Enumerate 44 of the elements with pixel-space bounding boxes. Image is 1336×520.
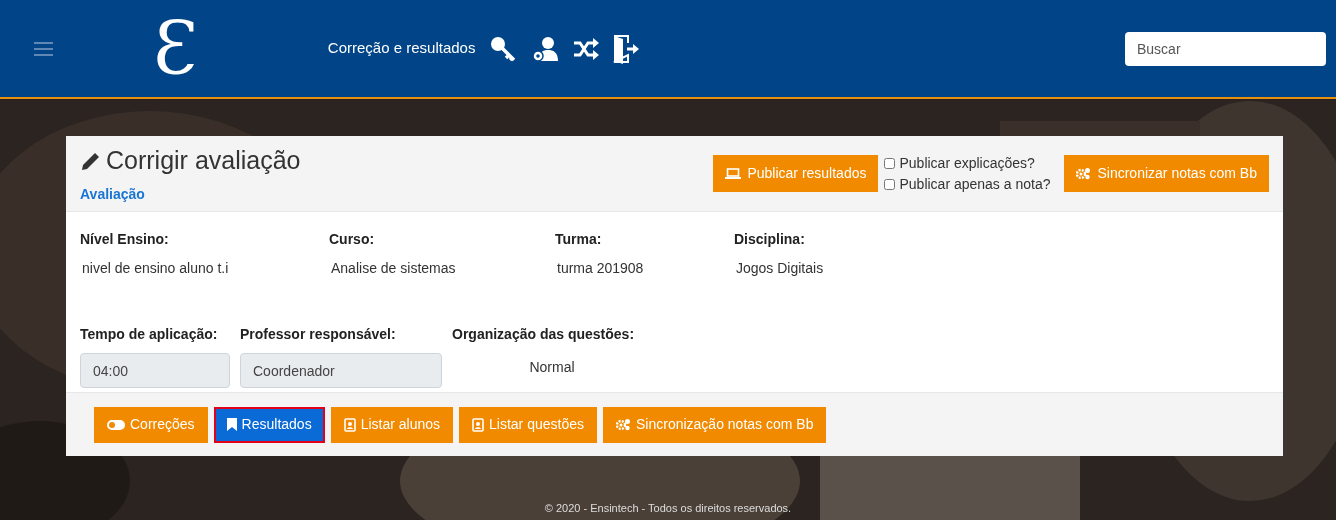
exit-door-icon[interactable] [613,33,640,64]
publish-button[interactable]: Publicar resultados [713,155,879,192]
field-value: Analise de sistemas [330,259,457,278]
menu-icon[interactable] [34,41,53,56]
field-value: Normal [528,358,576,377]
field-value: Jogos Digitais [735,259,825,278]
contact-book-icon [472,417,485,432]
action-button[interactable]: Listar alunos [330,406,454,443]
field-label: Professor responsável: [240,325,397,344]
gears-icon [1076,167,1092,180]
field-value: turma 201908 [556,259,645,278]
copyright-text: © 2020 - Ensintech - Todos os direitos reservados. [543,501,793,516]
checkbox-label: Publicar explicações? [899,153,1035,173]
field-value: nivel de ensino aluno t.i [81,259,230,278]
checkbox[interactable] [884,157,896,169]
checkbox[interactable] [884,178,896,190]
card-title: Corrigir avaliação [106,145,301,177]
field-label: Organização das questões: [452,325,636,344]
breadcrumb-link[interactable]: Avaliação [80,183,301,205]
bookmark-icon [226,418,237,431]
field-label: Turma: [555,230,603,249]
field-label: Tempo de aplicação: [80,325,219,344]
field-label: Disciplina: [734,230,806,249]
contact-book-icon [343,417,356,432]
toggle-icon [107,419,125,430]
pencil-icon [80,150,102,172]
gears-icon [616,418,631,431]
shuffle-icon[interactable] [573,37,600,60]
input-field[interactable]: Coordenador [240,353,442,388]
checkbox-label: Publicar apenas a nota? [899,174,1051,194]
key-icon[interactable] [489,34,518,63]
user-gear-icon[interactable] [531,34,560,63]
action-button[interactable]: Correções [94,406,208,443]
sync-button[interactable]: Sincronizar notas com Bb [1064,155,1269,192]
logo: Ɛ [153,12,198,85]
search-field[interactable]: Buscar [1125,31,1326,66]
action-button[interactable]: Sincronização notas com Bb [603,406,827,443]
laptop-icon [725,167,742,180]
action-button[interactable]: Listar questões [459,406,597,443]
field-label: Nível Ensino: [80,230,170,249]
page-title: Correção e resultados [327,38,476,59]
input-field[interactable]: 04:00 [80,353,230,388]
field-label: Curso: [329,230,376,249]
action-button[interactable]: Resultados [213,406,325,443]
